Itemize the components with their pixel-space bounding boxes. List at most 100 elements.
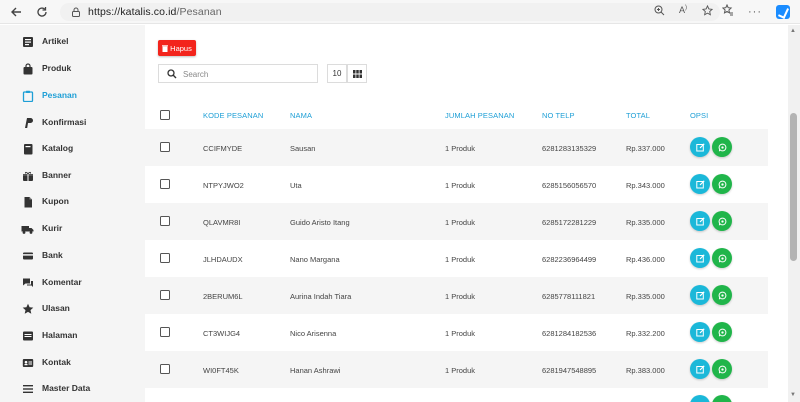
sidebar-item-katalog[interactable]: Katalog — [0, 139, 145, 159]
edit-button[interactable] — [690, 211, 710, 231]
extension-icon[interactable] — [776, 4, 790, 19]
phone-number: 6285172281229 — [542, 218, 597, 227]
row-checkbox[interactable] — [160, 179, 170, 189]
select-all-checkbox[interactable] — [160, 110, 170, 120]
table-row: CCIFMYDE Sausan 1 Produk 6281283135329 R… — [145, 129, 768, 166]
sidebar-item-halaman[interactable]: Halaman — [0, 326, 145, 346]
order-qty: 1 Produk — [445, 144, 476, 153]
grid-view-button[interactable] — [347, 64, 367, 83]
sidebar-item-produk[interactable]: Produk — [0, 59, 145, 79]
row-checkbox[interactable] — [160, 253, 170, 263]
sidebar-item-label: Komentar — [42, 277, 82, 287]
edit-button[interactable] — [690, 322, 710, 342]
customer-name: Hanan Ashrawi — [290, 366, 341, 375]
sidebar-item-label: Banner — [42, 170, 72, 180]
order-code: NTPYJWO2 — [203, 181, 244, 190]
edit-icon — [695, 327, 705, 336]
sidebar-item-label: Kontak — [42, 357, 71, 367]
favorite-star-icon[interactable] — [700, 4, 714, 19]
edit-button[interactable] — [690, 395, 710, 402]
order-total: Rp.335.000 — [626, 218, 665, 227]
scroll-up-icon[interactable]: ▲ — [790, 28, 796, 34]
edit-icon — [695, 142, 705, 151]
row-checkbox[interactable] — [160, 142, 170, 152]
order-qty: 1 Produk — [445, 366, 476, 375]
reload-icon[interactable] — [34, 4, 50, 20]
delete-button[interactable]: Hapus — [158, 40, 196, 56]
edit-icon — [695, 216, 705, 225]
edit-button[interactable] — [690, 137, 710, 157]
sidebar-item-pesanan[interactable]: Pesanan — [0, 86, 145, 106]
order-qty: 1 Produk — [445, 329, 476, 338]
whatsapp-button[interactable] — [712, 359, 732, 379]
whatsapp-button[interactable] — [712, 285, 732, 305]
whatsapp-icon — [718, 328, 726, 336]
whatsapp-button[interactable] — [712, 322, 732, 342]
zoom-icon[interactable] — [652, 5, 666, 19]
gift-icon — [21, 169, 34, 182]
header-code[interactable]: KODE PESANAN — [203, 111, 263, 120]
whatsapp-icon — [718, 143, 726, 151]
back-icon[interactable] — [8, 4, 24, 20]
whatsapp-button[interactable] — [712, 137, 732, 157]
delete-button-label: Hapus — [170, 43, 192, 53]
clipboard-icon — [21, 89, 34, 102]
whatsapp-button[interactable] — [712, 211, 732, 231]
edit-button[interactable] — [690, 285, 710, 305]
table-row: 2BERUM6L Aurina Indah Tiara 1 Produk 628… — [145, 277, 768, 314]
sidebar-item-label: Produk — [42, 63, 72, 73]
sidebar-item-master-data[interactable]: Master Data — [0, 379, 145, 399]
search-input[interactable] — [183, 67, 313, 81]
phone-number: 6282236964499 — [542, 255, 597, 264]
order-code: JLHDAUDX — [203, 255, 243, 264]
url-text: https://katalis.co.id/Pesanan — [88, 6, 222, 18]
scroll-down-icon[interactable]: ▼ — [790, 392, 796, 398]
sidebar-item-label: Halaman — [42, 330, 78, 340]
file-icon — [21, 195, 34, 208]
sidebar-item-artikel[interactable]: Artikel — [0, 32, 145, 52]
address-bar[interactable]: https://katalis.co.id/Pesanan A) — [60, 3, 720, 21]
edit-icon — [695, 179, 705, 188]
favorites-icon[interactable] — [721, 3, 734, 19]
browser-toolbar: https://katalis.co.id/Pesanan A) ··· — [0, 0, 800, 24]
whatsapp-icon — [718, 217, 726, 225]
sidebar-item-ulasan[interactable]: Ulasan — [0, 299, 145, 319]
order-total: Rp.343.000 — [626, 181, 665, 190]
per-page-select[interactable]: 10 — [327, 64, 347, 83]
scrollbar-thumb[interactable] — [790, 113, 797, 261]
sidebar-item-bank[interactable]: Bank — [0, 246, 145, 266]
table-row — [145, 388, 768, 402]
sidebar-item-label: Katalog — [42, 143, 74, 153]
header-phone[interactable]: NO TELP — [542, 111, 575, 120]
edit-button[interactable] — [690, 359, 710, 379]
sidebar-item-komentar[interactable]: Komentar — [0, 273, 145, 293]
edit-button[interactable] — [690, 248, 710, 268]
row-checkbox[interactable] — [160, 290, 170, 300]
table-row: WI0FT45K Hanan Ashrawi 1 Produk 62819475… — [145, 351, 768, 388]
row-checkbox[interactable] — [160, 364, 170, 374]
book-icon — [21, 142, 34, 155]
star-icon — [21, 302, 34, 315]
whatsapp-button[interactable] — [712, 395, 732, 402]
header-total[interactable]: TOTAL — [626, 111, 650, 120]
header-qty[interactable]: JUMLAH PESANAN — [445, 111, 514, 120]
phone-number: 6281283135329 — [542, 144, 597, 153]
row-checkbox[interactable] — [160, 216, 170, 226]
sidebar-item-banner[interactable]: Banner — [0, 166, 145, 186]
whatsapp-button[interactable] — [712, 174, 732, 194]
more-icon[interactable]: ··· — [748, 6, 762, 18]
whatsapp-icon — [718, 180, 726, 188]
edit-button[interactable] — [690, 174, 710, 194]
articles-icon — [21, 35, 34, 48]
phone-number: 6281284182536 — [542, 329, 597, 338]
sidebar-item-kupon[interactable]: Kupon — [0, 192, 145, 212]
sidebar-item-kurir[interactable]: Kurir — [0, 219, 145, 239]
phone-number: 6285156056570 — [542, 181, 597, 190]
header-name[interactable]: NAMA — [290, 111, 312, 120]
edit-icon — [695, 290, 705, 299]
sidebar-item-kontak[interactable]: Kontak — [0, 353, 145, 373]
whatsapp-button[interactable] — [712, 248, 732, 268]
read-aloud-icon[interactable]: A) — [676, 5, 690, 19]
row-checkbox[interactable] — [160, 327, 170, 337]
sidebar-item-konfirmasi[interactable]: Konfirmasi — [0, 113, 145, 133]
